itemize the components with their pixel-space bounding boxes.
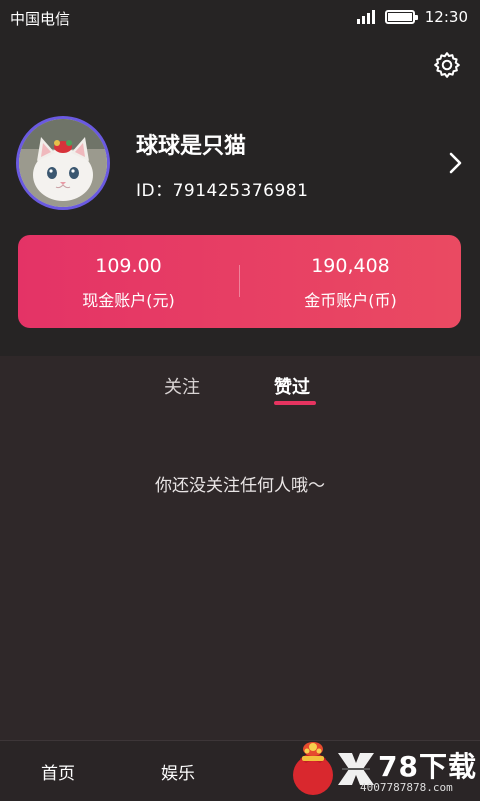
cash-amount: 109.00	[95, 255, 162, 277]
chevron-right-icon[interactable]	[444, 148, 466, 178]
watermark-brand: 78下载	[378, 750, 477, 783]
status-indicators: 12:30	[356, 8, 468, 26]
watermark-url: 4007787878.com	[360, 781, 453, 794]
avatar[interactable]	[16, 116, 110, 210]
tab-following[interactable]: 关注	[164, 373, 200, 399]
coin-account[interactable]: 190,408 金币账户(币)	[240, 235, 461, 328]
cash-label: 现金账户(元)	[82, 291, 175, 310]
settings-gear-icon[interactable]	[432, 50, 462, 80]
battery-level	[387, 13, 412, 21]
carrier-name: 中国电信	[10, 10, 71, 28]
active-tab-indicator	[274, 401, 316, 405]
nav-entertainment[interactable]: 娱乐	[161, 759, 195, 784]
bottom-nav: 首页 娱乐 78下载 4007787878.com	[0, 740, 480, 801]
user-id: ID：791425376981	[136, 181, 309, 201]
profile-header: 球球是只猫 ID：791425376981 109.00 现金账户(元) 190…	[0, 36, 480, 356]
cash-account[interactable]: 109.00 现金账户(元)	[18, 235, 239, 328]
empty-state-message: 你还没关注任何人哦～	[155, 476, 325, 496]
signal-icon	[356, 10, 375, 24]
wallet-card: 109.00 现金账户(元) 190,408 金币账户(币)	[18, 235, 461, 328]
status-bar: 中国电信 12:30	[0, 0, 480, 36]
watermark: 78下载 4007787878.com	[330, 741, 480, 801]
coin-amount: 190,408	[311, 255, 390, 277]
cat-avatar-icon	[19, 119, 107, 207]
nav-home[interactable]: 首页	[41, 759, 75, 784]
username: 球球是只猫	[136, 134, 247, 159]
coin-label: 金币账户(币)	[304, 291, 397, 310]
battery-icon	[384, 10, 418, 24]
clock: 12:30	[424, 8, 468, 26]
tab-liked[interactable]: 赞过	[274, 373, 310, 399]
